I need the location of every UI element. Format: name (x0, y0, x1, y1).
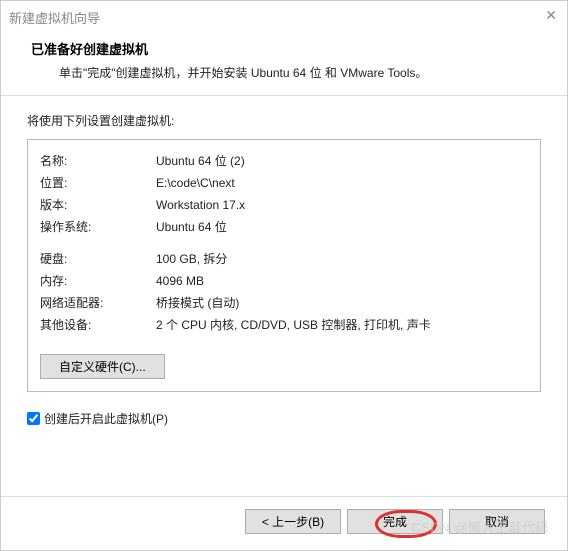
power-on-label: 创建后开启此虚拟机(P) (44, 410, 168, 427)
setting-key: 位置: (40, 172, 156, 194)
settings-group-1: 名称: Ubuntu 64 位 (2) 位置: E:\code\C\next 版… (40, 150, 528, 238)
header: 已准备好创建虚拟机 单击"完成"创建虚拟机，并开始安装 Ubuntu 64 位 … (1, 33, 567, 96)
setting-row: 硬盘: 100 GB, 拆分 (40, 248, 528, 270)
power-on-checkbox[interactable] (27, 412, 40, 425)
setting-key: 操作系统: (40, 216, 156, 238)
setting-row: 其他设备: 2 个 CPU 内核, CD/DVD, USB 控制器, 打印机, … (40, 314, 528, 336)
setting-value: 桥接模式 (自动) (156, 292, 528, 314)
wizard-window: 新建虚拟机向导 ✕ 已准备好创建虚拟机 单击"完成"创建虚拟机，并开始安装 Ub… (0, 0, 568, 551)
setting-row: 操作系统: Ubuntu 64 位 (40, 216, 528, 238)
setting-row: 版本: Workstation 17.x (40, 194, 528, 216)
setting-row: 内存: 4096 MB (40, 270, 528, 292)
setting-row: 名称: Ubuntu 64 位 (2) (40, 150, 528, 172)
setting-key: 硬盘: (40, 248, 156, 270)
customize-hardware-button[interactable]: 自定义硬件(C)... (40, 354, 165, 379)
settings-intro: 将使用下列设置创建虚拟机: (27, 112, 541, 129)
setting-row: 位置: E:\code\C\next (40, 172, 528, 194)
header-subtitle: 单击"完成"创建虚拟机，并开始安装 Ubuntu 64 位 和 VMware T… (31, 64, 537, 81)
setting-key: 内存: (40, 270, 156, 292)
window-title: 新建虚拟机向导 (9, 8, 100, 27)
setting-row: 网络适配器: 桥接模式 (自动) (40, 292, 528, 314)
setting-value: E:\code\C\next (156, 172, 528, 194)
setting-key: 其他设备: (40, 314, 156, 336)
settings-group-2: 硬盘: 100 GB, 拆分 内存: 4096 MB 网络适配器: 桥接模式 (… (40, 248, 528, 336)
setting-value: 2 个 CPU 内核, CD/DVD, USB 控制器, 打印机, 声卡 (156, 314, 528, 336)
close-icon[interactable]: ✕ (545, 7, 557, 24)
power-on-checkbox-row[interactable]: 创建后开启此虚拟机(P) (27, 410, 541, 427)
setting-value: Ubuntu 64 位 (156, 216, 528, 238)
setting-key: 名称: (40, 150, 156, 172)
setting-value: Ubuntu 64 位 (2) (156, 150, 528, 172)
setting-value: 4096 MB (156, 270, 528, 292)
setting-value: 100 GB, 拆分 (156, 248, 528, 270)
setting-value: Workstation 17.x (156, 194, 528, 216)
setting-key: 网络适配器: (40, 292, 156, 314)
titlebar: 新建虚拟机向导 ✕ (1, 1, 567, 33)
cancel-button[interactable]: 取消 (449, 509, 545, 534)
settings-box: 名称: Ubuntu 64 位 (2) 位置: E:\code\C\next 版… (27, 139, 541, 392)
finish-button[interactable]: 完成 (347, 509, 443, 534)
setting-key: 版本: (40, 194, 156, 216)
header-title: 已准备好创建虚拟机 (31, 39, 537, 58)
body: 将使用下列设置创建虚拟机: 名称: Ubuntu 64 位 (2) 位置: E:… (1, 96, 567, 496)
back-button[interactable]: < 上一步(B) (245, 509, 341, 534)
footer: < 上一步(B) 完成 取消 CSDN @懒大王敲代码 (1, 496, 567, 550)
